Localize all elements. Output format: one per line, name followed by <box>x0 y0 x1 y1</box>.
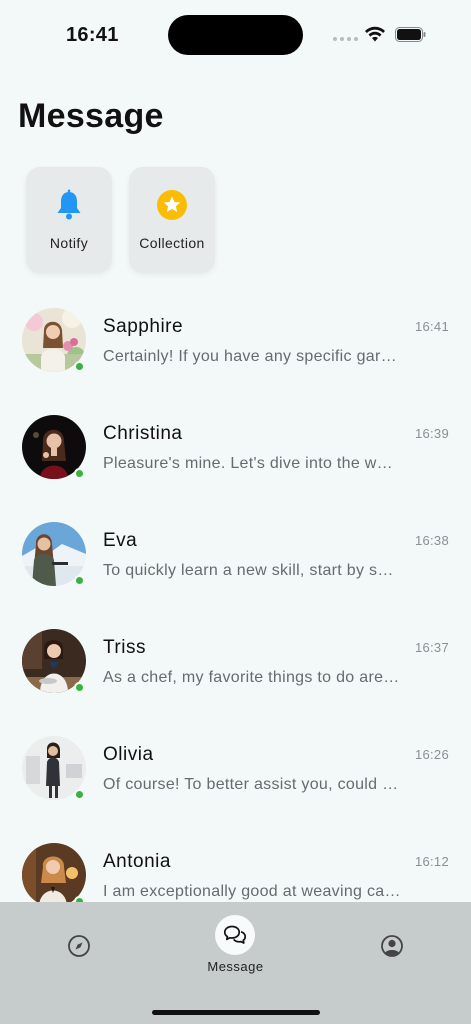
message-time: 16:12 <box>414 854 449 869</box>
message-preview: I am exceptionally good at weaving ca… <box>103 883 401 900</box>
online-status-dot <box>74 468 85 479</box>
home-indicator <box>152 1010 320 1015</box>
chat-item-eva[interactable]: Eva 16:38 To quickly learn a new skill, … <box>0 521 471 628</box>
avatar[interactable] <box>22 308 86 372</box>
signal-dots-icon <box>333 37 358 41</box>
contact-name: Olivia <box>103 744 154 765</box>
avatar[interactable] <box>22 629 86 693</box>
message-preview: Pleasure's mine. Let's dive into the w… <box>103 455 393 472</box>
tab-message-label[interactable]: Message <box>0 959 471 974</box>
user-circle-icon[interactable] <box>380 934 404 958</box>
message-time: 16:26 <box>414 747 449 762</box>
message-time: 16:39 <box>414 426 449 441</box>
notify-label: Notify <box>49 235 89 251</box>
battery-icon <box>395 27 426 42</box>
online-status-dot <box>74 361 85 372</box>
wifi-icon <box>365 26 385 42</box>
avatar[interactable] <box>22 522 86 586</box>
dynamic-island <box>168 15 303 55</box>
contact-name: Christina <box>103 423 183 444</box>
chat-item-antonia[interactable]: Antonia 16:12 I am exceptionally good at… <box>0 842 471 902</box>
collection-label: Collection <box>139 235 205 251</box>
status-bar: 16:41 <box>0 0 471 60</box>
chat-item-olivia[interactable]: Olivia 16:26 Of course! To better assist… <box>0 735 471 842</box>
chat-list: Sapphire 16:41 Certainly! If you have an… <box>0 307 471 902</box>
message-time: 16:41 <box>414 319 449 334</box>
message-time: 16:38 <box>414 533 449 548</box>
online-status-dot <box>74 682 85 693</box>
chat-bubbles-icon <box>223 925 247 944</box>
notify-button[interactable]: Notify <box>26 167 112 273</box>
quick-actions: Notify Collection <box>26 167 215 273</box>
message-preview: As a chef, my favorite things to do are… <box>103 669 400 686</box>
message-preview: Of course! To better assist you, could … <box>103 776 399 793</box>
chat-item-triss[interactable]: Triss 16:37 As a chef, my favorite thing… <box>0 628 471 735</box>
avatar[interactable] <box>22 843 86 902</box>
online-status-dot <box>74 789 85 800</box>
tab-message[interactable] <box>215 915 255 955</box>
page-title: Message <box>18 97 164 135</box>
online-status-dot <box>74 575 85 586</box>
contact-name: Eva <box>103 530 138 551</box>
status-time: 16:41 <box>66 24 119 46</box>
avatar[interactable] <box>22 415 86 479</box>
star-icon <box>156 189 188 221</box>
message-time: 16:37 <box>414 640 449 655</box>
avatar[interactable] <box>22 736 86 800</box>
chat-item-sapphire[interactable]: Sapphire 16:41 Certainly! If you have an… <box>0 307 471 414</box>
compass-icon[interactable] <box>67 934 91 958</box>
contact-name: Triss <box>103 637 146 658</box>
contact-name: Antonia <box>103 851 171 872</box>
collection-button[interactable]: Collection <box>129 167 215 273</box>
chat-item-christina[interactable]: Christina 16:39 Pleasure's mine. Let's d… <box>0 414 471 521</box>
message-preview: Certainly! If you have any specific gar… <box>103 348 397 365</box>
tab-bar: Message <box>0 902 471 1024</box>
contact-name: Sapphire <box>103 316 184 337</box>
message-preview: To quickly learn a new skill, start by s… <box>103 562 394 579</box>
bell-icon <box>53 189 85 221</box>
